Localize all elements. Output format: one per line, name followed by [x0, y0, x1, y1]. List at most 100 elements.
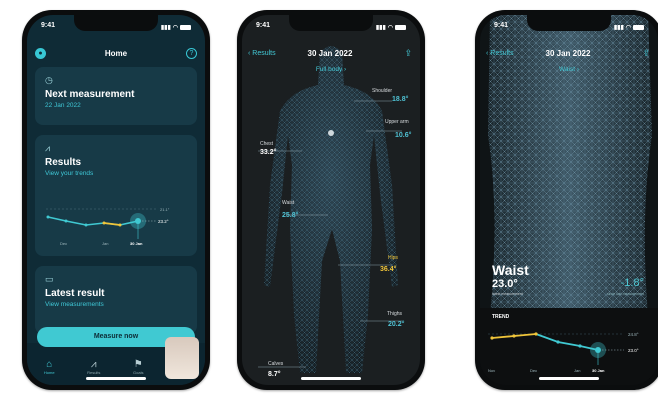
- status-bar: 9:41 ▮▮▮ ◠: [256, 22, 406, 32]
- back-button[interactable]: ‹ Results: [486, 50, 514, 57]
- status-time: 9:41: [256, 22, 271, 29]
- waist-value[interactable]: 25.8°: [282, 212, 298, 219]
- chevron-right-icon: ›: [342, 66, 347, 73]
- page-title: Home: [104, 48, 128, 58]
- ruler-icon: ▭: [45, 274, 54, 284]
- flag-icon: ⚑: [133, 359, 143, 370]
- battery-icon: [633, 24, 644, 30]
- results-link[interactable]: View your trends: [45, 170, 187, 177]
- page-title: 30 Jan 2022: [307, 48, 353, 58]
- share-icon[interactable]: ⇪: [642, 48, 650, 59]
- x-tick-label: 30 Jan: [130, 241, 143, 246]
- status-bar: 9:41 ▮▮▮ ◠: [41, 22, 191, 32]
- shoulder-label: Shoulder: [372, 88, 393, 94]
- help-icon[interactable]: ?: [186, 47, 197, 59]
- profile-photo-thumbnail: [165, 337, 199, 379]
- trend-point: [64, 219, 68, 223]
- measure-delta: -1.8°: [620, 277, 644, 289]
- wifi-icon: ◠: [172, 24, 178, 31]
- trend-point: [118, 223, 122, 227]
- body-silhouette: [264, 46, 398, 373]
- home-indicator: [301, 377, 361, 380]
- back-button[interactable]: ‹ Results: [248, 50, 276, 57]
- next-measurement-title: Next measurement: [45, 89, 135, 100]
- x-tick-label: Nov: [488, 368, 495, 373]
- trend-point: [46, 215, 50, 219]
- nav-bar: ‹ Results 30 Jan 2022 ⇪: [248, 46, 412, 60]
- tab-home[interactable]: ⌂ Home: [36, 359, 62, 385]
- x-tick-label: Jan: [102, 241, 108, 246]
- latest-result-title: Latest result: [45, 288, 105, 299]
- next-measurement-date: 22 Jan 2022: [45, 102, 81, 109]
- status-icons: ▮▮▮ ◠: [161, 22, 191, 32]
- upper-arm-value[interactable]: 10.6°: [395, 132, 411, 139]
- timer-icon: ◷: [45, 75, 53, 85]
- chevron-right-icon: ›: [575, 66, 579, 73]
- trend-point: [556, 340, 560, 344]
- trend-point: [490, 336, 494, 340]
- home-indicator: [86, 377, 146, 380]
- thighs-value[interactable]: 20.2°: [388, 321, 404, 328]
- measure-caption: latest measurement: [492, 292, 523, 296]
- calves-value[interactable]: 8.7°: [268, 371, 281, 378]
- x-tick-label: 30 Jan: [592, 368, 605, 373]
- tab-label: Results: [87, 370, 101, 375]
- hips-value[interactable]: 36.4°: [380, 266, 396, 273]
- waist-label: Waist: [282, 200, 295, 206]
- body-part-selector[interactable]: Waist ›: [480, 66, 658, 73]
- home-icon: ⌂: [46, 359, 53, 370]
- home-indicator: [539, 377, 599, 380]
- tab-label: Home: [43, 370, 55, 375]
- measure-title: Waist: [492, 262, 529, 278]
- chest-value[interactable]: 33.2°: [260, 149, 276, 156]
- status-icons: ▮▮▮ ◠: [376, 22, 406, 32]
- x-tick-label: Jan: [574, 368, 580, 373]
- share-icon[interactable]: ⇪: [404, 48, 412, 59]
- shoulder-value[interactable]: 18.8°: [392, 96, 408, 103]
- wifi-icon: ◠: [625, 24, 631, 31]
- status-icons: ▮▮▮ ◠: [614, 22, 644, 32]
- next-measurement-card[interactable]: ◷ Next measurement 22 Jan 2022: [35, 67, 197, 125]
- waist-screen: 9:41 ▮▮▮ ◠ ‹ Results 30 Jan 2022 ⇪ Waist…: [480, 15, 658, 385]
- phone-full-body: 9:41 ▮▮▮ ◠ ‹ Results 30 Jan 2022 ⇪ Full …: [237, 10, 425, 390]
- trend-line-blue: [535, 333, 599, 351]
- tab-results[interactable]: ⩘ Results: [81, 359, 107, 385]
- latest-result-card[interactable]: ▭ Latest result View measurements: [35, 266, 197, 334]
- nav-bar: ‹ Results 30 Jan 2022 ⇪: [486, 46, 650, 60]
- upper-arm-label: Upper arm: [385, 119, 409, 125]
- wifi-icon: ◠: [387, 24, 393, 31]
- results-chart-svg: 21.1° 23.2° Dec Jan 30 Jan: [46, 207, 170, 246]
- phone-waist: 9:41 ▮▮▮ ◠ ‹ Results 30 Jan 2022 ⇪ Waist…: [475, 10, 658, 390]
- current-label: 23.2°: [158, 219, 169, 224]
- profile-icon[interactable]: ●: [35, 47, 46, 59]
- status-time: 9:41: [494, 22, 509, 29]
- top-ref-label: 24.8°: [628, 332, 639, 337]
- hips-label: Hips: [388, 255, 399, 261]
- delta-caption: since last measurement: [607, 292, 644, 296]
- page-title: 30 Jan 2022: [545, 48, 591, 58]
- nav-bar: ● Home ?: [35, 46, 197, 60]
- trend-point: [102, 221, 106, 225]
- body-selector-label: Full body: [315, 66, 343, 73]
- thighs-label: Thighs: [387, 311, 403, 317]
- calves-label: Calves: [268, 361, 284, 367]
- chest-label: Chest: [260, 141, 274, 147]
- trend-icon: ⩘: [45, 143, 51, 153]
- reference-label: 21.1°: [160, 207, 170, 212]
- tab-label: Goals: [133, 370, 144, 375]
- trend-point: [512, 334, 516, 338]
- trend-line-blue: [47, 216, 139, 226]
- results-mini-chart: 21.1° 23.2° Dec Jan 30 Jan: [43, 195, 189, 250]
- signal-icon: ▮▮▮: [375, 24, 386, 31]
- results-card[interactable]: ⩘ Results View your trends 21.1° 23.2° D…: [35, 135, 197, 256]
- tab-goals[interactable]: ⚑ Goals: [125, 359, 151, 385]
- trend-chart: 24.8° 23.0° Nov Dec Jan 30 Jan: [488, 332, 639, 373]
- chest-marker: [328, 130, 334, 136]
- x-tick-label: Dec: [530, 368, 537, 373]
- trend-point: [534, 332, 538, 336]
- back-label: Results: [252, 49, 276, 57]
- trend-panel: TREND 24.8° 23.0° Nov Dec Jan 30 Jan: [480, 308, 658, 385]
- x-tick-label: Dec: [60, 241, 67, 246]
- body-selector[interactable]: Full body ›: [242, 66, 420, 73]
- latest-result-link[interactable]: View measurements: [45, 301, 187, 308]
